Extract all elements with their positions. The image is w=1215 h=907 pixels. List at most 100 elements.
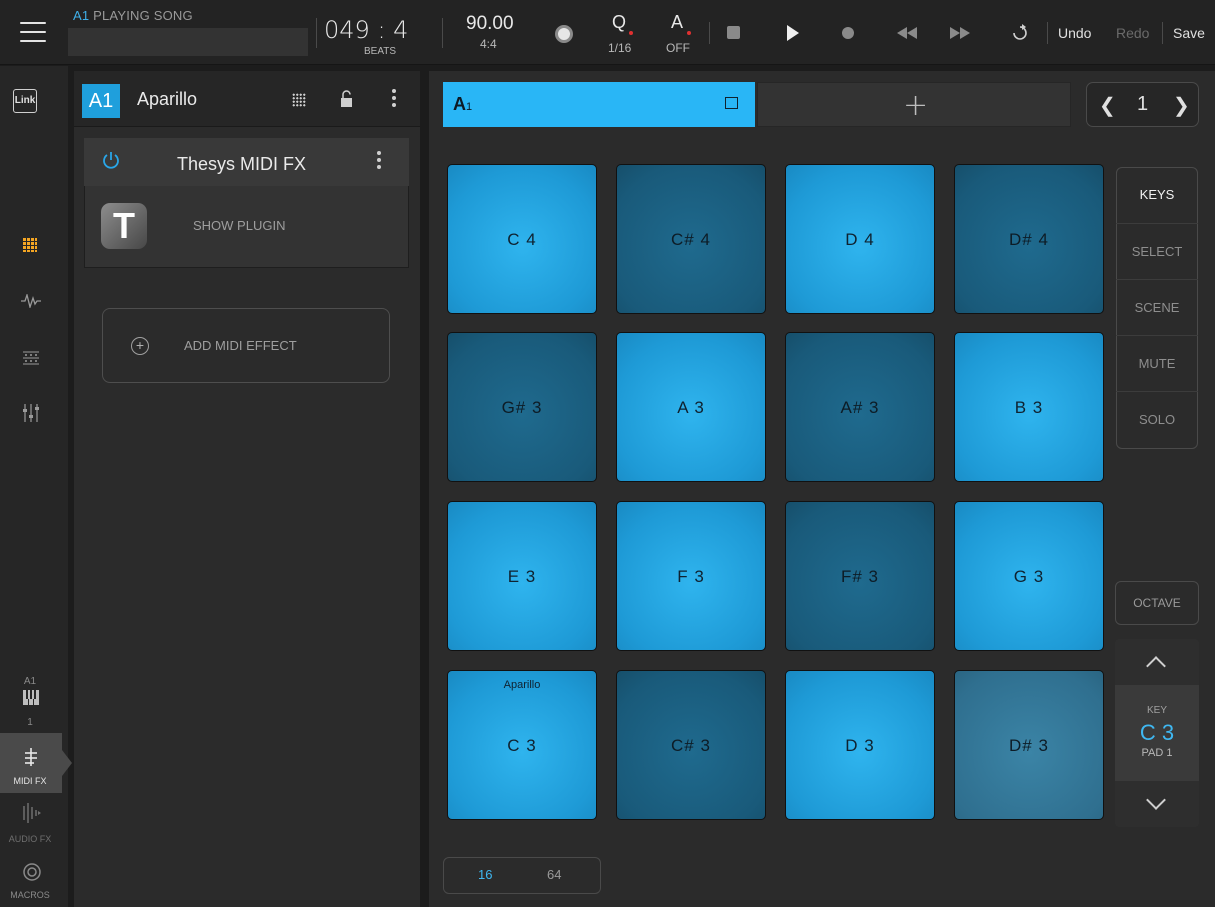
quantize-label[interactable]: Q [612, 12, 626, 33]
page-selector: ❮ 1 ❯ [1086, 82, 1199, 127]
add-midi-effect-label: ADD MIDI EFFECT [184, 338, 297, 353]
pad[interactable]: F 3 [616, 501, 766, 651]
show-plugin-button[interactable]: SHOW PLUGIN [193, 218, 285, 233]
rail-track-tag: A1 [23, 676, 37, 687]
grid-size-16[interactable]: 16 [478, 867, 492, 882]
next-page-icon[interactable]: ❯ [1173, 93, 1190, 118]
add-clip-icon[interactable]: + [903, 88, 928, 123]
plugin-logo: T [101, 203, 147, 249]
rail-label-midi-fx: MIDI FX [13, 776, 47, 786]
loop-icon[interactable] [1010, 24, 1030, 42]
pad-note: C 3 [507, 736, 537, 755]
grid-icon[interactable] [292, 93, 306, 107]
mode-keys[interactable]: KEYS [1116, 167, 1198, 223]
tempo-readout[interactable]: 90.00 [466, 13, 514, 35]
pad-note: E 3 [507, 567, 537, 586]
pad[interactable]: B 3 [954, 332, 1104, 482]
audio-fx-icon[interactable] [23, 803, 41, 823]
fx-more-icon[interactable] [377, 151, 381, 172]
mode-mute[interactable]: MUTE [1116, 335, 1198, 391]
song-progress-bar[interactable] [68, 28, 308, 56]
mode-select[interactable]: SELECT [1116, 223, 1198, 279]
pad[interactable]: A 3 [616, 332, 766, 482]
fx-name: Thesys MIDI FX [177, 154, 307, 174]
key-down-button[interactable] [1115, 781, 1199, 827]
record-icon[interactable] [842, 27, 854, 39]
key-label: KEY [1146, 705, 1167, 716]
pad[interactable]: A# 3 [785, 332, 935, 482]
rewind-icon[interactable] [897, 27, 917, 39]
clip-tab-letter: A [453, 94, 466, 114]
position-readout[interactable]: 049 : 4 [324, 16, 408, 44]
divider [1162, 22, 1163, 44]
pad[interactable]: Aparillo C 3 [447, 670, 597, 820]
active-indicator [62, 750, 72, 776]
pads-view-icon[interactable] [23, 238, 37, 252]
clip-piano-icon[interactable] [725, 97, 738, 109]
pad-note: C# 4 [671, 230, 711, 249]
pad-note: F# 3 [840, 567, 880, 586]
divider [1047, 22, 1048, 44]
metronome-icon[interactable] [555, 25, 573, 43]
pad[interactable]: D 3 [785, 670, 935, 820]
song-status-track: A1 [73, 8, 90, 23]
divider [316, 18, 317, 48]
pad[interactable]: F# 3 [785, 501, 935, 651]
waveform-icon[interactable] [21, 294, 41, 308]
mode-solo[interactable]: SOLO [1116, 391, 1198, 447]
pad-instrument-name: Aparillo [503, 679, 541, 691]
track-more-icon[interactable] [392, 89, 396, 110]
pad[interactable]: C 4 [447, 164, 597, 314]
track-header [74, 71, 420, 127]
pad[interactable]: G 3 [954, 501, 1104, 651]
quantize-value[interactable]: 1/16 [608, 41, 631, 55]
stop-icon[interactable] [727, 26, 740, 39]
power-icon[interactable] [101, 150, 121, 170]
track-badge[interactable]: A1 [82, 84, 120, 118]
unlock-icon[interactable] [340, 90, 353, 107]
song-status-text: PLAYING SONG [93, 8, 193, 23]
pad[interactable]: D# 4 [954, 164, 1104, 314]
automation-label[interactable]: A [671, 12, 683, 33]
key-up-button[interactable] [1115, 639, 1199, 685]
mode-scene[interactable]: SCENE [1116, 279, 1198, 335]
fast-forward-icon[interactable] [950, 27, 970, 39]
undo-button[interactable]: Undo [1058, 25, 1091, 41]
pad-note: B 3 [1014, 398, 1044, 417]
rail-track-number: 1 [27, 717, 33, 728]
play-icon[interactable] [787, 25, 799, 41]
pad[interactable]: C# 3 [616, 670, 766, 820]
automation-value[interactable]: OFF [666, 41, 690, 55]
pad-note: G# 3 [501, 398, 543, 417]
octave-button[interactable]: OCTAVE [1115, 581, 1199, 625]
piano-icon[interactable] [23, 690, 39, 705]
track-name[interactable]: Aparillo [137, 89, 197, 110]
mixer-icon[interactable] [23, 404, 39, 422]
redo-button[interactable]: Redo [1116, 25, 1149, 41]
menu-icon[interactable] [20, 22, 46, 42]
clip-tab-a1[interactable]: A1 [443, 82, 755, 127]
app-window: A1 PLAYING SONG 049 : 4 BEATS 90.00 4:4 … [0, 0, 1215, 907]
time-signature[interactable]: 4:4 [480, 37, 497, 51]
pad-label: PAD 1 [1141, 747, 1173, 759]
pad-note: D 4 [845, 230, 875, 249]
pad-note: A# 3 [840, 398, 880, 417]
macros-icon[interactable] [23, 863, 41, 881]
pad[interactable]: E 3 [447, 501, 597, 651]
clip-tab-number: 1 [466, 101, 473, 113]
pad[interactable]: D 4 [785, 164, 935, 314]
song-status: A1 PLAYING SONG [73, 8, 193, 23]
pad-note: C 4 [507, 230, 537, 249]
grid-size-64[interactable]: 64 [547, 867, 561, 882]
prev-page-icon[interactable]: ❮ [1099, 93, 1116, 118]
pad[interactable]: G# 3 [447, 332, 597, 482]
pad[interactable]: C# 4 [616, 164, 766, 314]
rail-label-macros: MACROS [10, 890, 50, 900]
pad[interactable]: D# 3 [954, 670, 1104, 820]
pad-note: D# 3 [1009, 736, 1049, 755]
automation-indicator [687, 31, 691, 35]
save-button[interactable]: Save [1173, 25, 1205, 41]
link-button[interactable]: Link [13, 89, 37, 113]
sequencer-icon[interactable] [23, 351, 39, 365]
pad-note: F 3 [677, 567, 705, 586]
